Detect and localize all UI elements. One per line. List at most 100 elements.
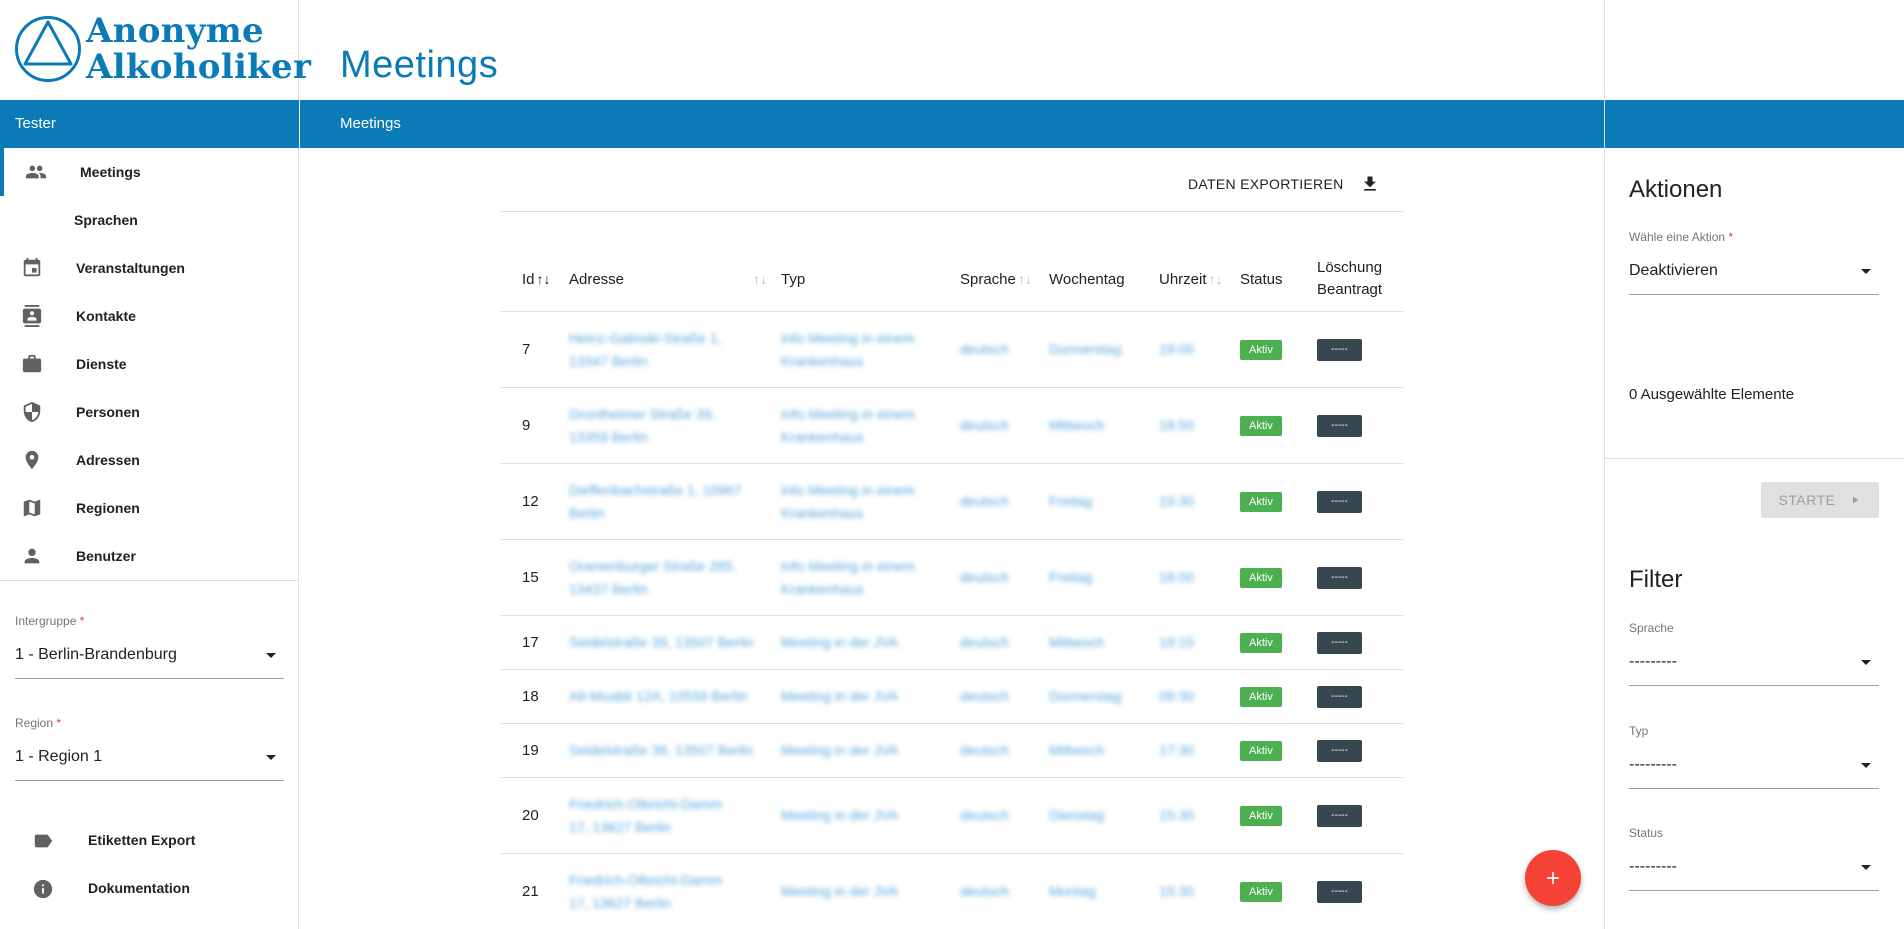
column-header-adresse[interactable]: Adresse ↑↓ bbox=[569, 246, 767, 312]
row-sprache[interactable]: deutsch bbox=[960, 670, 1009, 723]
sidebar-item-kontakte[interactable]: Kontakte bbox=[0, 292, 299, 340]
row-typ[interactable]: Meeting in der JVA bbox=[781, 778, 941, 853]
row-adresse[interactable]: Dieffenbachstraße 1, 10967 Berlin bbox=[569, 464, 744, 539]
sidebar-item-meetings[interactable]: Meetings bbox=[0, 148, 299, 196]
column-header-loeschung[interactable]: Löschung Beantragt bbox=[1317, 246, 1382, 312]
filter-status-value[interactable]: --------- bbox=[1629, 858, 1879, 891]
row-typ[interactable]: Info Meeting in einem Krankenhaus bbox=[781, 388, 941, 463]
table-row[interactable]: 17 Seidelstraße 39, 13507 Berlin Meeting… bbox=[501, 616, 1403, 670]
row-typ[interactable]: Info Meeting in einem Krankenhaus bbox=[781, 464, 941, 539]
row-id[interactable]: 18 bbox=[522, 670, 539, 723]
row-uhrzeit[interactable]: 08:30 bbox=[1159, 670, 1194, 723]
intergruppe-value[interactable]: 1 - Berlin-Brandenburg bbox=[15, 646, 284, 679]
row-uhrzeit[interactable]: 19:15 bbox=[1159, 616, 1194, 669]
action-select[interactable]: Wähle eine Aktion * Deaktivieren bbox=[1629, 230, 1879, 295]
row-id[interactable]: 21 bbox=[522, 854, 539, 929]
row-uhrzeit[interactable]: 17:30 bbox=[1159, 724, 1194, 777]
row-sprache[interactable]: deutsch bbox=[960, 854, 1009, 929]
etiketten-export-link[interactable]: Etiketten Export bbox=[0, 816, 299, 864]
row-adresse[interactable]: Seidelstraße 39, 13507 Berlin bbox=[569, 724, 753, 777]
logo[interactable]: Anonyme Alkoholiker bbox=[14, 13, 311, 85]
row-typ[interactable]: Meeting in der JVA bbox=[781, 724, 898, 777]
row-uhrzeit[interactable]: 18:50 bbox=[1159, 388, 1194, 463]
row-uhrzeit[interactable]: 18:00 bbox=[1159, 540, 1194, 615]
sidebar-item-adressen[interactable]: Adressen bbox=[0, 436, 299, 484]
row-adresse[interactable]: Friedrich-Olbricht-Damm 17, 13627 Berlin bbox=[569, 778, 744, 853]
row-wochentag[interactable]: Donnerstag bbox=[1049, 312, 1121, 387]
table-row[interactable]: 7 Heinz-Galinski-Straße 1, 13347 Berlin … bbox=[501, 312, 1403, 388]
table-row[interactable]: 9 Drontheimer Straße 39, 13359 Berlin In… bbox=[501, 388, 1403, 464]
filter-sprache-value[interactable]: --------- bbox=[1629, 653, 1879, 686]
export-data-button[interactable]: DATEN EXPORTIEREN bbox=[1188, 166, 1380, 202]
row-uhrzeit-text: 18:00 bbox=[1159, 569, 1195, 585]
region-select[interactable]: Region * 1 - Region 1 bbox=[15, 716, 284, 781]
row-id[interactable]: 9 bbox=[522, 388, 530, 463]
row-id[interactable]: 7 bbox=[522, 312, 530, 387]
row-adresse[interactable]: Oranienburger Straße 285, 13437 Berlin bbox=[569, 540, 744, 615]
row-id[interactable]: 17 bbox=[522, 616, 539, 669]
column-header-wochentag[interactable]: Wochentag bbox=[1049, 246, 1125, 312]
row-typ[interactable]: Meeting in der JVA bbox=[781, 616, 898, 669]
sidebar-item-sprachen[interactable]: Sprachen bbox=[0, 196, 299, 244]
row-id[interactable]: 15 bbox=[522, 540, 539, 615]
dokumentation-link[interactable]: Dokumentation bbox=[0, 864, 299, 912]
filter-typ-select[interactable]: Typ --------- bbox=[1629, 724, 1879, 789]
row-uhrzeit[interactable]: 19:30 bbox=[1159, 464, 1194, 539]
row-sprache[interactable]: deutsch bbox=[960, 724, 1009, 777]
row-sprache[interactable]: deutsch bbox=[960, 464, 1009, 539]
row-id[interactable]: 20 bbox=[522, 778, 539, 853]
sidebar-item-benutzer[interactable]: Benutzer bbox=[0, 532, 299, 580]
row-id[interactable]: 19 bbox=[522, 724, 539, 777]
row-wochentag[interactable]: Freitag bbox=[1049, 540, 1093, 615]
row-sprache[interactable]: deutsch bbox=[960, 616, 1009, 669]
row-typ[interactable]: Meeting in der JVA bbox=[781, 854, 941, 929]
row-sprache[interactable]: deutsch bbox=[960, 540, 1009, 615]
row-adresse[interactable]: Heinz-Galinski-Straße 1, 13347 Berlin bbox=[569, 312, 744, 387]
action-select-value[interactable]: Deaktivieren bbox=[1629, 262, 1879, 295]
sidebar-item-dienste[interactable]: Dienste bbox=[0, 340, 299, 388]
sidebar-item-regionen[interactable]: Regionen bbox=[0, 484, 299, 532]
row-adresse[interactable]: Seidelstraße 39, 13507 Berlin bbox=[569, 616, 753, 669]
column-header-sprache[interactable]: Sprache ↑↓ bbox=[960, 246, 1032, 312]
column-header-uhrzeit[interactable]: Uhrzeit ↑↓ bbox=[1159, 246, 1223, 312]
add-meeting-button[interactable] bbox=[1525, 850, 1581, 906]
row-uhrzeit[interactable]: 19:00 bbox=[1159, 312, 1194, 387]
row-id[interactable]: 12 bbox=[522, 464, 539, 539]
table-row[interactable]: 19 Seidelstraße 39, 13507 Berlin Meeting… bbox=[501, 724, 1403, 778]
row-uhrzeit[interactable]: 15:30 bbox=[1159, 778, 1194, 853]
column-header-status[interactable]: Status bbox=[1240, 246, 1283, 312]
status-badge: Aktiv bbox=[1240, 567, 1282, 588]
row-sprache[interactable]: deutsch bbox=[960, 312, 1009, 387]
row-typ[interactable]: Info Meeting in einem Krankenhaus bbox=[781, 540, 941, 615]
table-row[interactable]: 15 Oranienburger Straße 285, 13437 Berli… bbox=[501, 540, 1403, 616]
region-value[interactable]: 1 - Region 1 bbox=[15, 748, 284, 781]
table-row[interactable]: 12 Dieffenbachstraße 1, 10967 Berlin Inf… bbox=[501, 464, 1403, 540]
table-row[interactable]: 18 Alt-Moabit 12A, 10559 Berlin Meeting … bbox=[501, 670, 1403, 724]
sidebar-item-veranstaltungen[interactable]: Veranstaltungen bbox=[0, 244, 299, 292]
filter-status-select[interactable]: Status --------- bbox=[1629, 826, 1879, 891]
row-typ[interactable]: Meeting in der JVA bbox=[781, 670, 898, 723]
row-adresse[interactable]: Drontheimer Straße 39, 13359 Berlin bbox=[569, 388, 744, 463]
row-wochentag[interactable]: Mittwoch bbox=[1049, 616, 1104, 669]
filter-typ-value[interactable]: --------- bbox=[1629, 756, 1879, 789]
row-wochentag[interactable]: Donnerstag bbox=[1049, 670, 1121, 723]
row-wochentag[interactable]: Mittwoch bbox=[1049, 724, 1104, 777]
row-uhrzeit[interactable]: 15:30 bbox=[1159, 854, 1194, 929]
row-sprache[interactable]: deutsch bbox=[960, 388, 1009, 463]
table-row[interactable]: 21 Friedrich-Olbricht-Damm 17, 13627 Ber… bbox=[501, 854, 1403, 929]
row-wochentag[interactable]: Mittwoch bbox=[1049, 388, 1104, 463]
start-button[interactable]: STARTE bbox=[1761, 482, 1879, 518]
intergruppe-select[interactable]: Intergruppe * 1 - Berlin-Brandenburg bbox=[15, 614, 284, 679]
row-wochentag[interactable]: Montag bbox=[1049, 854, 1096, 929]
sidebar-item-personen[interactable]: Personen bbox=[0, 388, 299, 436]
row-typ[interactable]: Info Meeting in einem Krankenhaus bbox=[781, 312, 941, 387]
column-header-id[interactable]: Id ↑↓ bbox=[522, 246, 551, 312]
row-wochentag[interactable]: Dienstag bbox=[1049, 778, 1104, 853]
column-header-typ[interactable]: Typ bbox=[781, 246, 805, 312]
row-adresse[interactable]: Alt-Moabit 12A, 10559 Berlin bbox=[569, 670, 747, 723]
row-sprache[interactable]: deutsch bbox=[960, 778, 1009, 853]
table-row[interactable]: 20 Friedrich-Olbricht-Damm 17, 13627 Ber… bbox=[501, 778, 1403, 854]
row-adresse[interactable]: Friedrich-Olbricht-Damm 17, 13627 Berlin bbox=[569, 854, 744, 929]
filter-sprache-select[interactable]: Sprache --------- bbox=[1629, 621, 1879, 686]
row-wochentag[interactable]: Freitag bbox=[1049, 464, 1093, 539]
